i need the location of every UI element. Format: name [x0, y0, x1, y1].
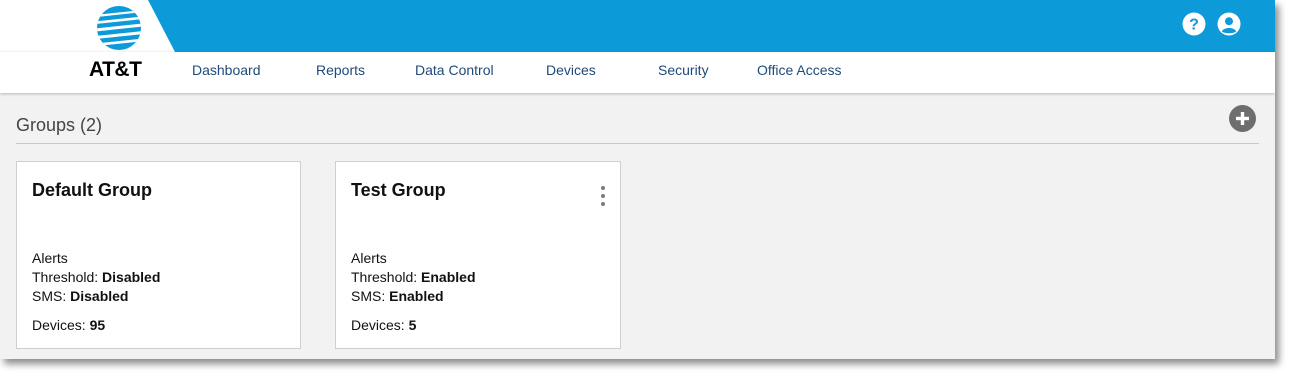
section-divider — [16, 143, 1259, 144]
help-icon[interactable]: ? — [1182, 12, 1206, 36]
user-account-icon[interactable] — [1217, 12, 1241, 36]
threshold-row: Threshold: Disabled — [32, 269, 160, 285]
nav-data-control[interactable]: Data Control — [415, 62, 494, 78]
sms-label: SMS: — [32, 288, 67, 304]
top-bar — [0, 0, 1275, 52]
threshold-label: Threshold: — [32, 269, 99, 285]
nav-dashboard[interactable]: Dashboard — [192, 62, 261, 78]
sms-value: Enabled — [389, 288, 444, 304]
group-card-title: Default Group — [32, 180, 152, 200]
sms-row: SMS: Enabled — [351, 288, 444, 304]
devices-count: 95 — [89, 317, 106, 333]
logo-tab — [0, 0, 175, 52]
sms-row: SMS: Disabled — [32, 288, 128, 304]
group-card-default[interactable]: Default Group Alerts Threshold: Disabled… — [16, 161, 301, 349]
groups-title: Groups (2) — [16, 115, 103, 135]
sms-value: Disabled — [70, 288, 129, 304]
app-window: AT&T ? Dashboard Reports Data Control De… — [0, 0, 1275, 359]
nav-reports[interactable]: Reports — [316, 62, 365, 78]
alerts-label: Alerts — [351, 250, 387, 266]
alerts-label: Alerts — [32, 250, 68, 266]
group-card-title: Test Group — [351, 180, 446, 200]
brand-logo-text: AT&T — [89, 58, 142, 81]
plus-circle-icon — [1229, 105, 1256, 132]
devices-row: Devices: 95 — [32, 317, 105, 333]
devices-row: Devices: 5 — [351, 317, 416, 333]
nav-office-access[interactable]: Office Access — [757, 62, 842, 78]
devices-label: Devices: — [32, 317, 86, 333]
nav-devices[interactable]: Devices — [546, 62, 596, 78]
threshold-label: Threshold: — [351, 269, 418, 285]
threshold-row: Threshold: Enabled — [351, 269, 476, 285]
svg-text:?: ? — [1189, 17, 1199, 34]
sms-label: SMS: — [351, 288, 386, 304]
group-card-test[interactable]: Test Group Alerts Threshold: Enabled SMS… — [335, 161, 621, 349]
kebab-menu-icon[interactable] — [598, 186, 608, 210]
devices-count: 5 — [408, 317, 417, 333]
devices-label: Devices: — [351, 317, 405, 333]
add-group-button[interactable] — [1229, 105, 1256, 132]
threshold-value: Enabled — [421, 269, 476, 285]
threshold-value: Disabled — [102, 269, 161, 285]
nav-security[interactable]: Security — [658, 62, 709, 78]
att-globe-icon[interactable] — [95, 6, 143, 55]
